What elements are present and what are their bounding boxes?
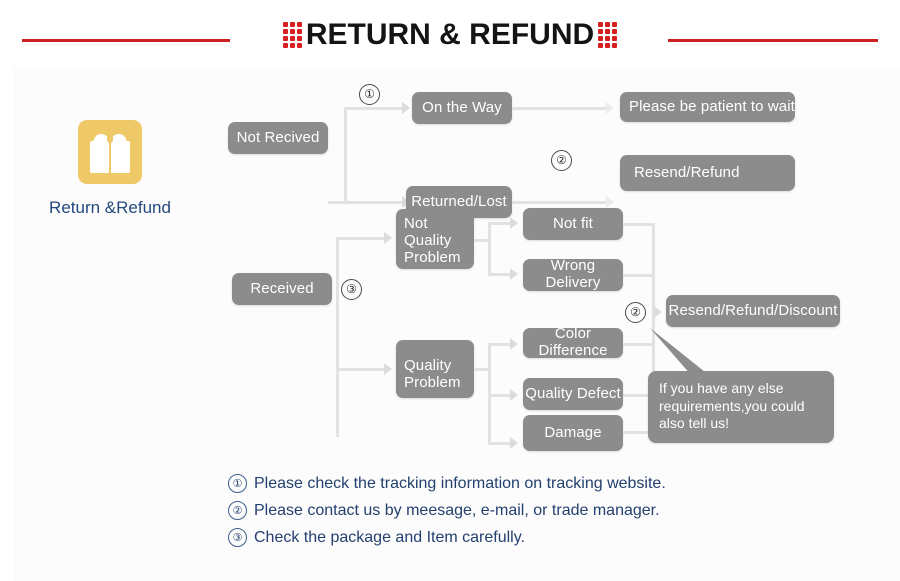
node-label: Returned/Lost [411, 192, 507, 210]
node-damage[interactable]: Damage [523, 415, 623, 451]
node-label: Not Recived [236, 128, 320, 146]
node-label: On the Way [422, 98, 502, 116]
return-refund-flowchart: Not Recived On the Way Returned/Lost ① P… [0, 66, 900, 466]
node-label: Received [250, 279, 314, 297]
node-received[interactable]: Received [232, 273, 332, 305]
arrow-icon [384, 232, 392, 244]
node-color-difference[interactable]: Color Difference [523, 325, 623, 359]
speech-bubble-note: If you have any else requirements,you co… [648, 371, 834, 443]
page-header: RETURN & REFUND [0, 0, 900, 66]
node-label-line1: Not [404, 215, 428, 232]
connector [474, 239, 490, 242]
node-label-line3: Problem [404, 248, 461, 266]
arrow-icon [606, 102, 614, 114]
marker-3: ③ [341, 279, 362, 300]
node-quality-problem[interactable]: Quality Problem [396, 340, 474, 398]
node-label-line1: Quality [404, 356, 452, 374]
node-label: Color Difference [538, 325, 608, 359]
arrow-icon [384, 363, 392, 375]
arrow-icon [654, 306, 662, 318]
node-not-fit[interactable]: Not fit [523, 208, 623, 240]
connector [512, 201, 610, 204]
note-item: ② Please contact us by meesage, e-mail, … [228, 501, 828, 520]
arrow-icon [510, 338, 518, 350]
page-title: RETURN & REFUND [232, 12, 668, 58]
note-item: ③ Check the package and Item carefully. [228, 528, 828, 547]
header-rule-right [668, 39, 878, 42]
arrow-icon [402, 102, 410, 114]
node-label: Damage [544, 423, 602, 441]
node-quality-defect[interactable]: Quality Defect [523, 378, 623, 410]
connector [512, 107, 610, 110]
node-not-recived[interactable]: Not Recived [228, 122, 328, 154]
connector [623, 223, 655, 226]
note-text: Check the package and Item carefully. [254, 528, 525, 546]
node-label: Please be patient to wait [629, 97, 795, 115]
node-not-quality-problem[interactable]: Not Quality Problem [396, 209, 474, 269]
node-label: Not fit [553, 214, 593, 232]
node-please-be-patient[interactable]: Please be patient to wait [620, 92, 795, 122]
connector [336, 237, 339, 437]
node-resend-refund-discount[interactable]: Resend/Refund/Discount [666, 295, 840, 327]
bubble-line-2: requirements,you could [659, 397, 805, 414]
note-text: Please check the tracking information on… [254, 474, 666, 492]
note-item: ① Please check the tracking information … [228, 474, 828, 493]
connector [488, 222, 491, 275]
node-resend-refund[interactable]: Resend/Refund [620, 155, 795, 191]
connector [344, 107, 406, 110]
footer-notes: ① Please check the tracking information … [228, 474, 828, 555]
connector [474, 368, 490, 371]
note-number: ③ [228, 528, 247, 547]
bubble-line-3: also tell us! [659, 415, 730, 431]
arrow-icon [510, 437, 518, 449]
arrow-icon [510, 217, 518, 229]
note-number: ① [228, 474, 247, 493]
node-on-the-way[interactable]: On the Way [412, 92, 512, 124]
arrow-icon [510, 389, 518, 401]
node-label: Resend/Refund [634, 163, 740, 181]
bubble-line-1: If you have any else [659, 380, 784, 396]
connector [344, 201, 406, 204]
marker-2-right: ② [625, 302, 646, 323]
note-text: Please contact us by meesage, e-mail, or… [254, 501, 660, 519]
connector [623, 274, 655, 277]
arrow-icon [510, 268, 518, 280]
dot-grid-left-icon [282, 22, 302, 48]
connector [336, 237, 388, 240]
header-rule-left [22, 39, 230, 42]
marker-1: ① [359, 84, 380, 105]
note-number: ② [228, 501, 247, 520]
node-label-line2: Problem [404, 373, 461, 391]
page-title-text: RETURN & REFUND [305, 18, 595, 51]
node-wrong-delivery[interactable]: Wrong Delivery [523, 257, 623, 291]
marker-2-top: ② [551, 150, 572, 171]
connector [336, 368, 388, 371]
page-root: RETURN & REFUND Return &Refund Not Reciv… [0, 0, 900, 581]
node-label: Wrong Delivery [545, 257, 601, 291]
arrow-icon [606, 196, 614, 208]
dot-grid-right-icon [598, 22, 618, 48]
node-label: Quality Defect [525, 384, 621, 402]
node-label: Resend/Refund/Discount [668, 301, 838, 319]
node-label-line2: Quality [404, 231, 452, 249]
connector [344, 107, 347, 203]
